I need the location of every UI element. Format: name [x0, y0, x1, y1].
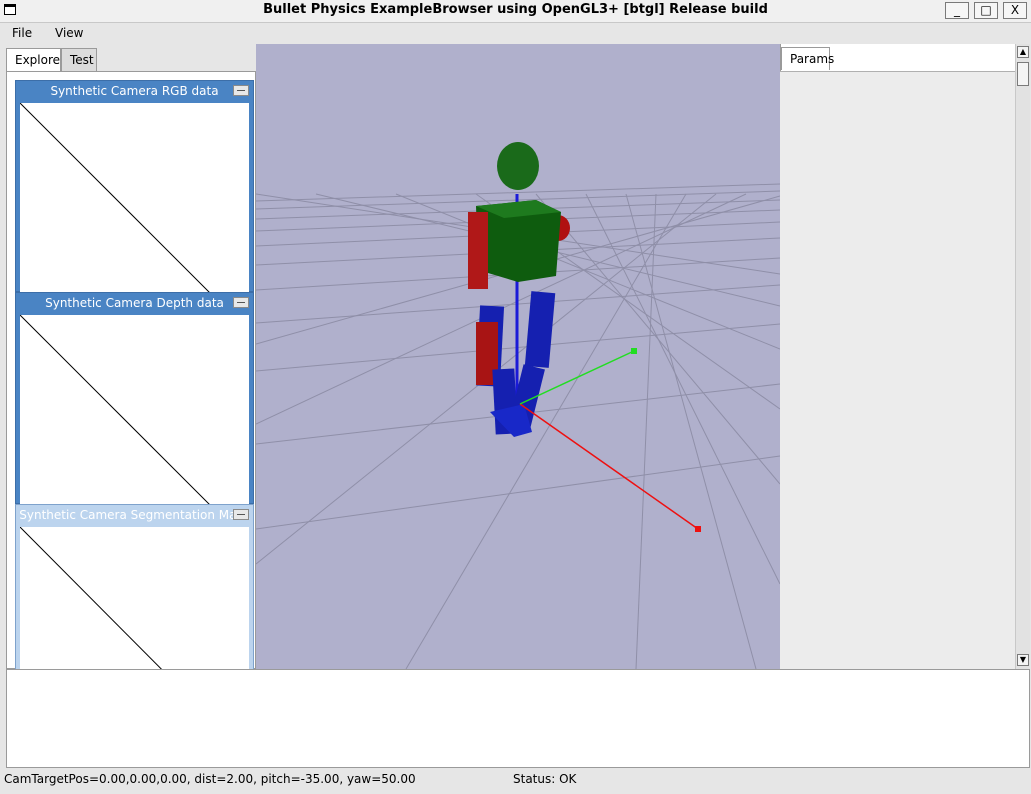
- scroll-down-icon[interactable]: ▼: [1017, 654, 1029, 666]
- tab-test[interactable]: Test: [61, 48, 97, 71]
- close-icon: X: [1010, 3, 1020, 17]
- camera-status-text: CamTargetPos=0.00,0.00,0.00, dist=2.00, …: [4, 772, 416, 786]
- tab-params-label: Params: [790, 52, 835, 66]
- maximize-icon: □: [980, 3, 992, 17]
- params-body: [780, 71, 1015, 670]
- title-bar: Bullet Physics ExampleBrowser using Open…: [0, 0, 1031, 23]
- camera-depth-window[interactable]: Synthetic Camera Depth data: [15, 292, 254, 505]
- minimize-icon: _: [954, 3, 960, 17]
- camera-rgb-title: Synthetic Camera RGB data: [50, 84, 219, 98]
- window-title: Bullet Physics ExampleBrowser using Open…: [263, 2, 768, 17]
- scene-render: [256, 142, 780, 669]
- menu-view[interactable]: View: [55, 26, 83, 40]
- 3d-viewport[interactable]: [256, 44, 780, 669]
- x-axis-handle[interactable]: [695, 526, 701, 532]
- camera-depth-title: Synthetic Camera Depth data: [45, 296, 224, 310]
- camera-depth-image: [20, 315, 249, 505]
- camera-rgb-minimize-button[interactable]: [233, 85, 249, 96]
- x-axis-line: [519, 403, 699, 530]
- y-axis-handle[interactable]: [631, 348, 637, 354]
- camera-rgb-window[interactable]: Synthetic Camera RGB data: [15, 80, 254, 293]
- minimize-button[interactable]: _: [945, 2, 969, 19]
- menu-file[interactable]: File: [12, 26, 32, 40]
- close-button[interactable]: X: [1003, 2, 1027, 19]
- status-ok-text: Status: OK: [513, 772, 577, 786]
- humanoid-robot: [468, 142, 570, 437]
- tab-explorer[interactable]: Explorer: [6, 48, 65, 71]
- camera-segmentation-title: Synthetic Camera Segmentation Mask: [19, 508, 250, 522]
- tab-test-label: Test: [70, 53, 94, 67]
- scroll-thumb[interactable]: [1017, 62, 1029, 86]
- tab-explorer-label: Explorer: [15, 53, 65, 67]
- scroll-up-icon[interactable]: ▲: [1017, 46, 1029, 58]
- camera-segmentation-minimize-button[interactable]: [233, 509, 249, 520]
- params-scrollbar[interactable]: ▲ ▼: [1015, 44, 1030, 669]
- status-bar: CamTargetPos=0.00,0.00,0.00, dist=2.00, …: [0, 769, 1031, 794]
- camera-rgb-image: [20, 103, 249, 293]
- tab-params[interactable]: Params: [781, 47, 834, 70]
- menu-bar: File View: [0, 23, 1031, 43]
- camera-depth-minimize-button[interactable]: [233, 297, 249, 308]
- maximize-button[interactable]: □: [974, 2, 998, 19]
- console-output[interactable]: [6, 669, 1030, 768]
